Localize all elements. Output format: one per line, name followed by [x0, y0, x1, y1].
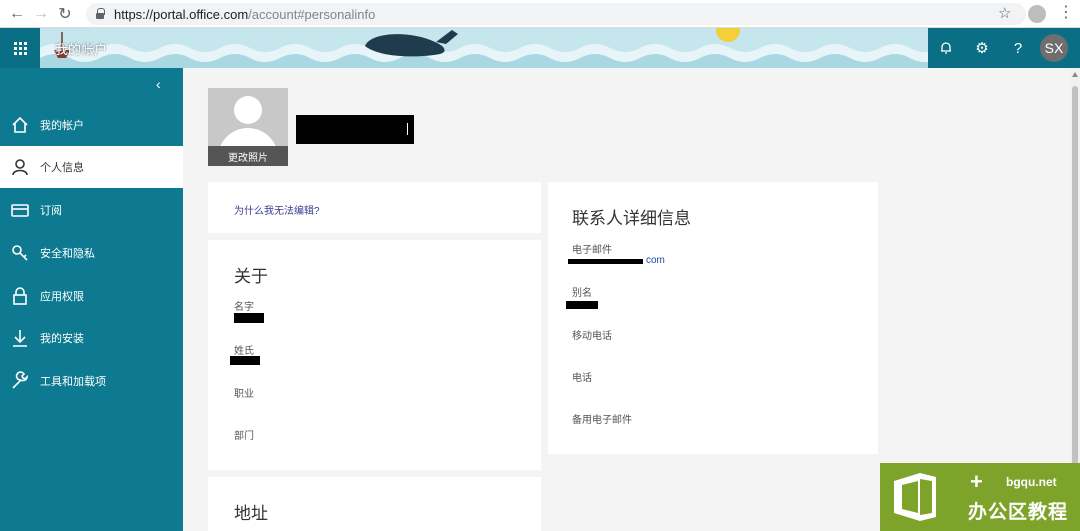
edit-info-card: 为什么我无法编辑?: [208, 182, 541, 233]
user-avatar[interactable]: SX: [1040, 34, 1068, 62]
notifications-bell-icon[interactable]: [928, 28, 964, 68]
phone-label: 电话: [572, 373, 592, 384]
profile-photo[interactable]: 更改照片: [208, 88, 288, 166]
mobile-phone-label: 移动电话: [572, 331, 612, 342]
app-launcher-button[interactable]: [0, 28, 40, 68]
alternate-email-label: 备用电子邮件: [572, 415, 632, 426]
redacted-last-name: [230, 356, 260, 365]
sidebar-item-label: 应用权限: [40, 291, 84, 303]
person-icon: [0, 146, 40, 188]
change-photo-button[interactable]: 更改照片: [208, 146, 288, 166]
redacted-alias: [566, 301, 598, 309]
header-actions: ⚙ ? SX: [928, 28, 1080, 68]
url-path: /account#personalinfo: [248, 6, 376, 22]
plus-icon: +: [970, 469, 983, 494]
sidebar-item-my-account[interactable]: 我的帐户: [0, 104, 183, 146]
office-logo-icon: [894, 473, 936, 521]
browser-menu-icon[interactable]: ⋮: [1058, 2, 1074, 24]
sidebar-item-label: 我的安装: [40, 333, 84, 345]
back-button[interactable]: ←: [5, 2, 29, 26]
lock-icon: [0, 275, 40, 317]
url-host: https://portal.office.com: [114, 6, 249, 22]
about-title: 关于: [234, 267, 268, 286]
collapse-nav-chevron-icon[interactable]: ‹: [156, 76, 161, 92]
address-card: 地址: [208, 477, 541, 531]
waffle-icon: [13, 41, 27, 55]
home-icon: [0, 104, 40, 146]
sidebar-item-my-installs[interactable]: 我的安装: [0, 317, 183, 359]
scrollbar-thumb[interactable]: [1072, 86, 1078, 526]
email-value-suffix: com: [646, 255, 665, 266]
ocean-theme-illustration: [40, 28, 928, 68]
sidebar-item-subscriptions[interactable]: 订阅: [0, 189, 183, 231]
contact-details-card: 联系人详细信息 电子邮件 com 别名 移动电话 电话 备用电子邮件: [548, 182, 878, 454]
address-bar[interactable]: https://portal.office.com/account#person…: [86, 3, 1026, 25]
browser-toolbar: ← → ↻ https://portal.office.com/account#…: [0, 0, 1080, 28]
redacted-display-name: [296, 115, 414, 144]
sidebar-item-security-privacy[interactable]: 安全和隐私: [0, 232, 183, 274]
scroll-up-arrow-icon[interactable]: [1072, 72, 1078, 77]
sidebar-item-label: 安全和隐私: [40, 248, 95, 260]
last-name-label: 姓氏: [234, 346, 254, 357]
alias-label: 别名: [572, 288, 592, 299]
avatar-placeholder-head: [234, 96, 262, 124]
key-icon: [0, 232, 40, 274]
wrench-icon: [0, 360, 40, 402]
address-title: 地址: [234, 504, 268, 523]
header-theme-banner: [40, 28, 928, 68]
forward-button[interactable]: →: [29, 2, 53, 26]
job-title-label: 职业: [234, 389, 254, 400]
redacted-email: [568, 259, 643, 264]
contact-title: 联系人详细信息: [572, 209, 691, 228]
redacted-first-name: [234, 313, 264, 323]
email-label: 电子邮件: [572, 245, 612, 256]
page-scrollbar[interactable]: [1070, 68, 1080, 531]
sidebar-item-label: 订阅: [40, 205, 62, 217]
left-navigation: ‹ 我的帐户 个人信息 订阅 安全和隐私 应用权限 我的安装 工具和加载项: [0, 68, 183, 531]
first-name-label: 名字: [234, 302, 254, 313]
download-icon: [0, 317, 40, 359]
sidebar-item-app-permissions[interactable]: 应用权限: [0, 275, 183, 317]
about-card: 关于 名字 姓氏 职业 部门: [208, 240, 541, 470]
sidebar-item-label: 个人信息: [40, 162, 84, 174]
app-header: 我的帐户 ⚙ ? SX: [0, 28, 1080, 68]
lock-icon: [94, 8, 106, 20]
card-icon: [0, 189, 40, 231]
sidebar-item-personal-info[interactable]: 个人信息: [0, 146, 183, 188]
browser-profile-icon[interactable]: [1028, 5, 1046, 23]
sidebar-item-label: 工具和加载项: [40, 376, 106, 388]
help-icon[interactable]: ?: [1000, 28, 1036, 68]
watermark-site: bgqu.net: [1006, 475, 1057, 489]
sidebar-item-tools-addins[interactable]: 工具和加载项: [0, 360, 183, 402]
app-title[interactable]: 我的帐户: [55, 39, 107, 58]
bookmark-star-icon[interactable]: ☆: [998, 4, 1011, 22]
why-cant-edit-link[interactable]: 为什么我无法编辑?: [234, 202, 320, 217]
settings-gear-icon[interactable]: ⚙: [964, 28, 1000, 68]
sidebar-item-label: 我的帐户: [40, 120, 84, 132]
watermark-name: 办公区教程: [968, 502, 1069, 523]
reload-button[interactable]: ↻: [53, 2, 77, 26]
department-label: 部门: [234, 431, 254, 442]
watermark-banner: + bgqu.net 办公区教程: [880, 463, 1080, 531]
